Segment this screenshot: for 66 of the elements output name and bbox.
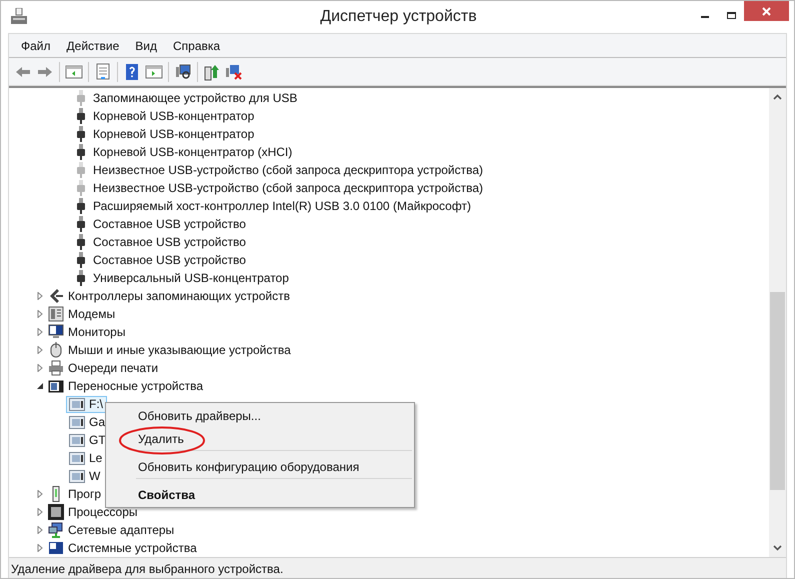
device-item[interactable]: Le [66, 450, 106, 466]
expand-arrow-icon[interactable] [36, 292, 44, 300]
modem-icon [48, 306, 64, 322]
expand-arrow-icon[interactable] [36, 346, 44, 354]
device-icon [69, 470, 85, 482]
device-label[interactable]: Составное USB устройство [93, 233, 246, 251]
storage-controller-icon [48, 288, 64, 304]
device-label[interactable]: Расширяемый хост-контроллер Intel(R) USB 3.0 0100 (Майкрософт) [93, 197, 471, 215]
device-label[interactable]: Корневой USB-концентратор (xHCI) [93, 143, 292, 161]
category-label[interactable]: Сетевые адаптеры [68, 521, 174, 539]
device-item[interactable]: Ga [66, 414, 110, 430]
menu-item[interactable]: Файл [15, 36, 57, 54]
category-label[interactable]: Мыши и иные указывающие устройства [68, 341, 291, 359]
scroll-down-icon[interactable] [773, 545, 782, 551]
device-item[interactable]: GT [66, 432, 110, 448]
scroll-up-icon[interactable] [773, 94, 782, 100]
expand-arrow-icon[interactable] [36, 328, 44, 336]
menu-item[interactable]: Вид [129, 36, 163, 54]
scrollbar-thumb[interactable] [770, 292, 785, 490]
app-icon [11, 8, 27, 26]
expand-arrow-icon[interactable] [36, 490, 44, 498]
close-button[interactable] [744, 1, 789, 21]
expand-arrow-icon[interactable] [36, 526, 44, 534]
device-label[interactable]: Составное USB устройство [93, 251, 246, 269]
category-label[interactable]: Мониторы [68, 323, 126, 341]
context-menu-item[interactable]: Удалить [136, 427, 412, 451]
status-text: Удаление драйвера для выбранного устройства. [11, 560, 284, 578]
expand-arrow-icon[interactable] [36, 544, 44, 552]
scrollbar[interactable] [769, 88, 786, 557]
device-label[interactable]: Корневой USB-концентратор [93, 125, 254, 143]
expand-arrow-icon[interactable] [36, 310, 44, 318]
device-label[interactable]: Корневой USB-концентратор [93, 107, 254, 125]
mouse-icon [50, 342, 62, 358]
device-bar-icon [51, 486, 61, 502]
menu-item[interactable]: Действие [60, 36, 126, 54]
category-label[interactable]: Переносные устройства [68, 377, 204, 395]
printer-icon [48, 360, 64, 376]
category-label[interactable]: Системные устройства [68, 539, 197, 557]
collapse-arrow-icon[interactable] [36, 382, 44, 390]
window-title: Диспетчер устройств [319, 7, 478, 27]
category-label[interactable]: Модемы [68, 305, 116, 323]
context-menu-item[interactable]: Свойства [136, 483, 412, 506]
category-label[interactable]: Очереди печати [68, 359, 158, 377]
menu-item[interactable]: Справка [167, 36, 226, 54]
device-label[interactable]: Составное USB устройство [93, 215, 246, 233]
category-label[interactable]: Контроллеры запоминающих устройств [68, 287, 290, 305]
processor-icon [48, 504, 64, 520]
portable-device-icon [48, 380, 64, 392]
context-menu-item[interactable]: Обновить конфигурацию оборудования [136, 455, 412, 479]
device-item[interactable]: W [66, 468, 104, 484]
context-menu-item[interactable]: Обновить драйверы... [136, 404, 412, 427]
network-adapter-icon [48, 522, 64, 538]
expand-arrow-icon[interactable] [36, 508, 44, 516]
device-label[interactable]: Универсальный USB-концентратор [93, 269, 289, 287]
close-icon[interactable] [762, 6, 771, 16]
category-label[interactable]: Прогр [68, 485, 102, 503]
device-label[interactable]: Неизвестное USB-устройство (сбой запроса дескриптора устройства) [93, 179, 484, 197]
device-item[interactable]: F:\ [66, 396, 107, 412]
device-label[interactable]: Запоминающее устройство для USB [93, 89, 298, 107]
device-icon [69, 398, 85, 410]
device-icon [69, 452, 85, 464]
device-label[interactable]: Неизвестное USB-устройство (сбой запроса дескриптора устройства) [93, 161, 484, 179]
monitor-icon [48, 324, 64, 340]
device-icon [69, 434, 85, 446]
device-icon [69, 416, 85, 428]
expand-arrow-icon[interactable] [36, 364, 44, 372]
